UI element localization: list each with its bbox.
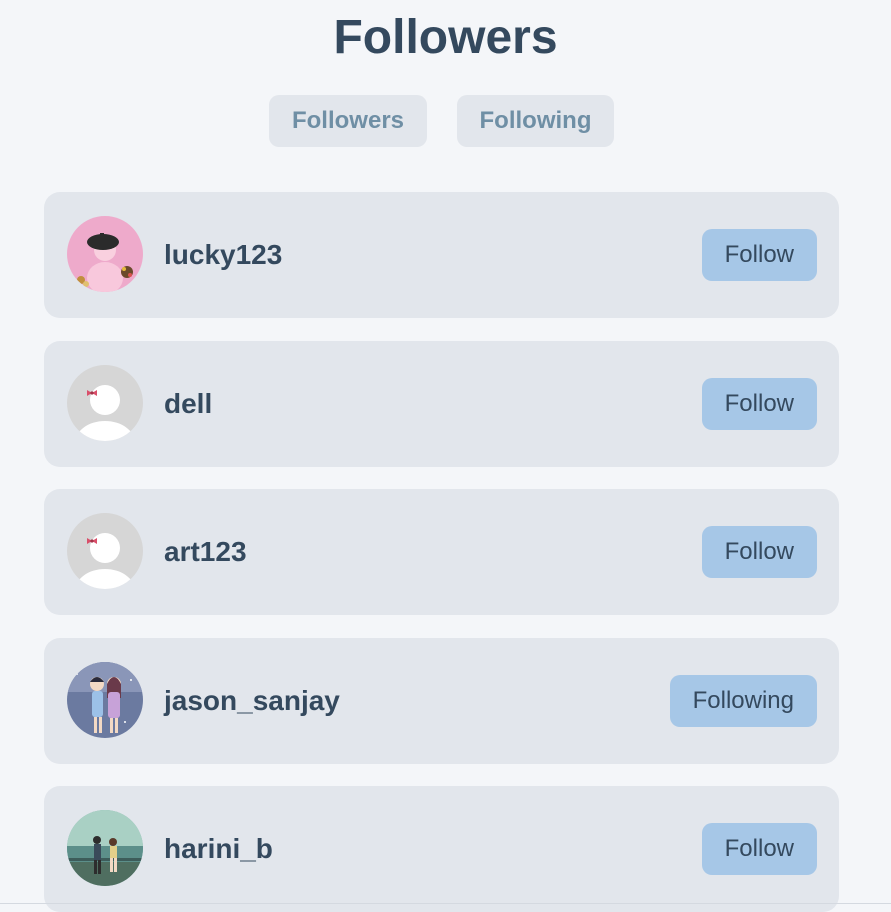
follow-button[interactable]: Follow xyxy=(701,378,817,430)
follower-card: art123 Follow xyxy=(44,489,839,615)
pink-beret-avatar-icon xyxy=(67,216,143,292)
follower-card: jason_sanjay Following xyxy=(44,638,839,764)
page-title: Followers xyxy=(333,11,558,64)
avatar[interactable] xyxy=(67,513,143,589)
follow-button[interactable]: Follow xyxy=(701,229,817,281)
avatar[interactable] xyxy=(67,365,143,441)
avatar[interactable] xyxy=(67,810,143,886)
tab-following[interactable]: Following xyxy=(457,95,614,147)
default-avatar-icon xyxy=(67,513,143,589)
anime-couple-avatar-icon xyxy=(67,662,143,738)
following-button[interactable]: Following xyxy=(669,675,817,727)
follower-card: dell Follow xyxy=(44,341,839,467)
username[interactable]: dell xyxy=(164,341,212,467)
follow-button[interactable]: Follow xyxy=(701,823,817,875)
follower-card: lucky123 Follow xyxy=(44,192,839,318)
avatar[interactable] xyxy=(67,216,143,292)
username[interactable]: harini_b xyxy=(164,786,273,912)
username[interactable]: jason_sanjay xyxy=(164,638,340,764)
anime-scenery-avatar-icon xyxy=(67,810,143,886)
username[interactable]: art123 xyxy=(164,489,247,615)
follower-card: harini_b Follow xyxy=(44,786,839,912)
default-avatar-icon xyxy=(67,365,143,441)
tab-followers[interactable]: Followers xyxy=(269,95,427,147)
avatar[interactable] xyxy=(67,662,143,738)
tab-bar: Followers Following xyxy=(0,95,891,147)
username[interactable]: lucky123 xyxy=(164,192,282,318)
follow-button[interactable]: Follow xyxy=(701,526,817,578)
